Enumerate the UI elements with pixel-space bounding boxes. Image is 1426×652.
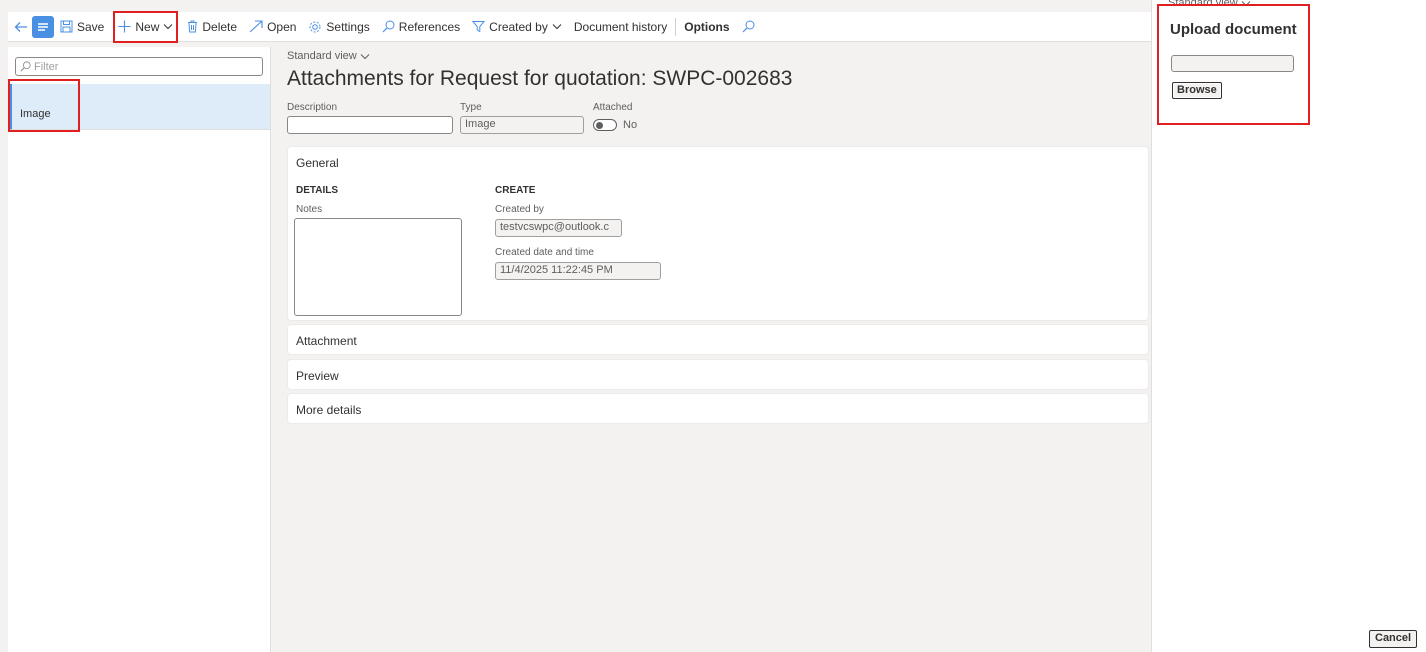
filter-funnel-icon <box>472 21 486 33</box>
toolbar-divider <box>675 17 677 36</box>
browse-button[interactable]: Browse <box>1172 82 1222 99</box>
section-header-attachment: Attachment <box>296 334 357 348</box>
notes-caption: Notes <box>296 204 323 215</box>
section-header-general[interactable]: General <box>296 156 339 170</box>
search-actions-button[interactable] <box>736 12 761 42</box>
type-caption: Type <box>460 102 482 113</box>
search-icon <box>382 20 395 33</box>
chevron-down-icon <box>1241 0 1251 6</box>
open-arrow-icon <box>249 20 263 33</box>
panel-title: Upload document <box>1170 21 1297 38</box>
section-header-preview: Preview <box>296 369 339 383</box>
delete-label: Delete <box>202 19 238 34</box>
type-input[interactable]: Image <box>460 116 584 134</box>
save-label: Save <box>77 19 105 34</box>
attached-toggle[interactable] <box>593 119 617 131</box>
description-input[interactable] <box>287 116 453 134</box>
search-icon <box>742 20 755 33</box>
filter-placeholder: Filter <box>34 60 59 73</box>
chevron-down-icon <box>164 24 173 30</box>
upload-document-panel: Standard view Upload document Browse <box>1151 0 1426 652</box>
options-tab[interactable]: Options <box>678 12 735 42</box>
notes-field[interactable] <box>294 218 462 316</box>
options-label: Options <box>684 19 730 34</box>
attached-value: No <box>623 119 638 131</box>
settings-button[interactable]: Settings <box>302 12 375 42</box>
attached-toggle-row: No <box>593 116 637 134</box>
view-label: Standard view <box>287 50 357 62</box>
created-by-filter-button[interactable]: Created by <box>466 12 568 42</box>
details-group-heading: DETAILS <box>296 185 339 196</box>
settings-label: Settings <box>326 19 370 34</box>
hamburger-icon <box>38 22 48 31</box>
created-by-caption: Created by <box>495 204 544 215</box>
file-path-input[interactable] <box>1171 55 1294 72</box>
general-section: General DETAILS Notes CREATE Created by … <box>287 146 1149 321</box>
open-button[interactable]: Open <box>243 12 302 42</box>
gear-icon <box>309 21 321 32</box>
created-datetime-caption: Created date and time <box>495 247 594 258</box>
trash-icon <box>188 20 198 33</box>
list-item[interactable]: Image <box>8 84 270 130</box>
new-label: New <box>135 19 160 34</box>
type-field: Type Image <box>460 102 584 134</box>
cancel-button[interactable]: Cancel <box>1369 630 1418 648</box>
document-history-label: Document history <box>573 19 668 34</box>
attached-field: Attached No <box>593 102 637 134</box>
search-icon <box>20 61 31 72</box>
action-menu-button[interactable] <box>32 15 54 38</box>
new-button[interactable]: New <box>113 10 179 43</box>
description-field: Description <box>287 102 453 134</box>
attachment-section[interactable]: Attachment <box>287 324 1149 355</box>
list-item-label: Image <box>20 108 51 120</box>
references-button[interactable]: References <box>376 12 466 42</box>
section-header-more-details: More details <box>296 403 362 417</box>
action-pane: Save New Delete Open Settings References… <box>8 10 1152 43</box>
description-caption: Description <box>287 102 338 113</box>
back-button[interactable] <box>8 12 32 42</box>
page-title: Attachments for Request for quotation: S… <box>287 67 793 90</box>
document-history-button[interactable]: Document history <box>568 12 673 42</box>
panel-view-label: Standard view <box>1168 0 1238 9</box>
more-details-section[interactable]: More details <box>287 393 1149 424</box>
preview-section[interactable]: Preview <box>287 359 1149 390</box>
attached-caption: Attached <box>593 102 633 113</box>
delete-button[interactable]: Delete <box>181 12 243 42</box>
attachments-list-pane: Filter Image <box>8 47 271 652</box>
open-label: Open <box>267 19 297 34</box>
back-arrow-icon <box>14 21 27 32</box>
chevron-down-icon <box>360 53 370 59</box>
created-by-label: Created by <box>489 19 548 34</box>
save-button[interactable]: Save <box>58 12 110 42</box>
references-label: References <box>398 19 461 34</box>
created-by-field[interactable]: testvcswpc@outlook.c <box>495 219 622 237</box>
view-selector[interactable]: Standard view <box>287 50 370 62</box>
panel-view-selector[interactable]: Standard view <box>1168 0 1251 9</box>
create-group-heading: CREATE <box>495 185 536 196</box>
filter-input[interactable]: Filter <box>15 57 263 76</box>
save-icon <box>60 20 73 33</box>
plus-icon <box>118 20 131 33</box>
chevron-down-icon <box>552 24 562 30</box>
created-datetime-field[interactable]: 11/4/2025 11:22:45 PM <box>495 262 661 280</box>
